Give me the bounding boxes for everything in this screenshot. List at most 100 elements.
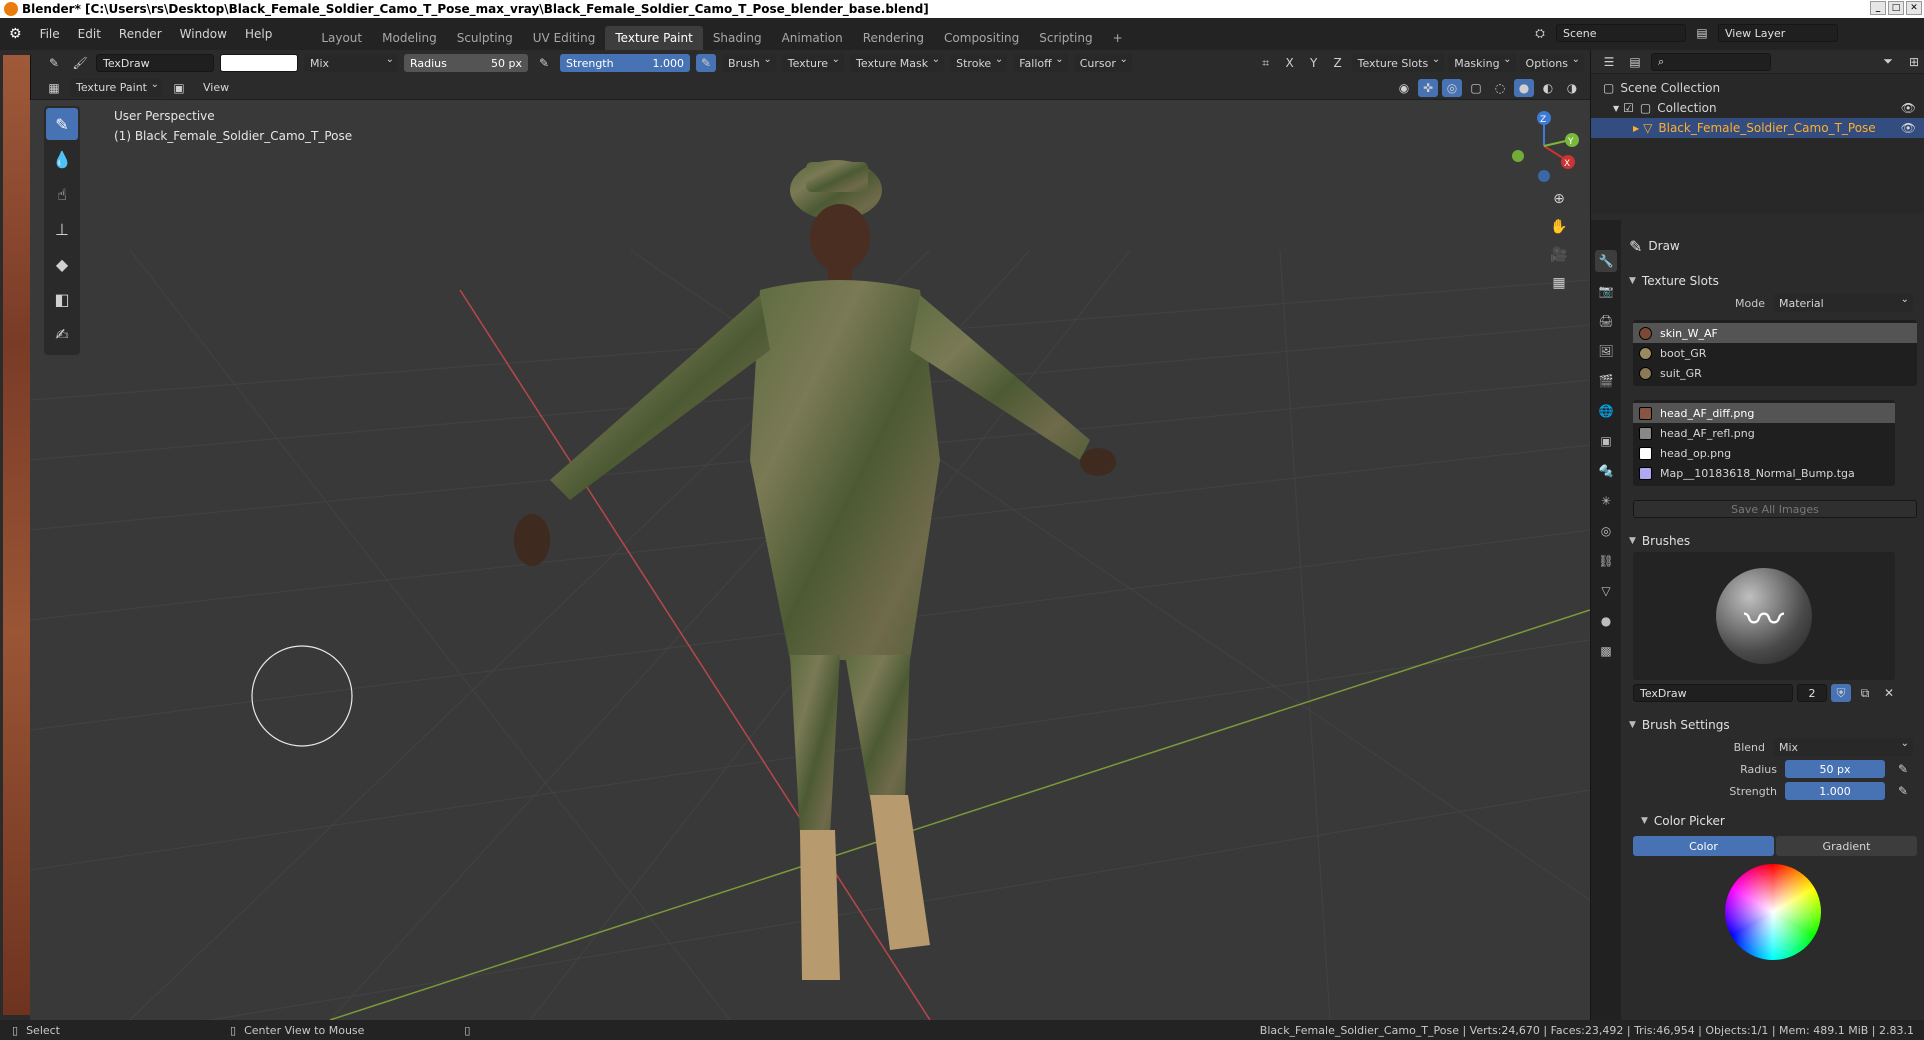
texture-tab-icon[interactable]: ▩	[1595, 640, 1617, 662]
tab-uv-editing[interactable]: UV Editing	[523, 26, 606, 50]
strength-pressure-icon[interactable]: ✎	[696, 54, 716, 72]
image-editor-preview[interactable]	[3, 55, 31, 1015]
maximize-icon[interactable]: □	[1888, 1, 1904, 15]
cursor-menu[interactable]: Cursor	[1073, 54, 1132, 72]
scene-tab-icon[interactable]: 🎬	[1595, 370, 1617, 392]
ortho-grid-icon[interactable]: ▦	[1548, 272, 1570, 294]
list-item[interactable]: head_AF_refl.png	[1633, 423, 1895, 443]
axis-z-toggle[interactable]: Z	[1328, 54, 1348, 72]
overlay-toggle-icon[interactable]: ◎	[1442, 78, 1462, 97]
texture-slots-menu[interactable]: Texture Slots	[1351, 54, 1445, 72]
smear-tool-icon[interactable]: ☝	[46, 178, 78, 210]
color-picker-header[interactable]: ▼ Color Picker	[1629, 810, 1917, 832]
new-collection-icon[interactable]: ⊞	[1904, 53, 1924, 71]
visibility-icon[interactable]: ◉	[1394, 79, 1414, 97]
navigation-gizmo[interactable]: Z X Y	[1512, 111, 1579, 182]
radius-pressure-icon[interactable]: ✎	[534, 54, 554, 72]
symmetry-icon[interactable]: ⌗	[1256, 54, 1276, 72]
radius-slider[interactable]: Radius 50 px	[404, 54, 528, 72]
menu-edit[interactable]: Edit	[69, 27, 110, 41]
brush-radius-slider[interactable]: 50 px	[1785, 760, 1885, 778]
brush-preview[interactable]: 〰	[1633, 552, 1895, 680]
brush-blend-dropdown[interactable]: Mix	[1773, 738, 1913, 756]
mask-tool-icon[interactable]: ◧	[46, 283, 78, 315]
fake-user-icon[interactable]: ⛨	[1831, 684, 1851, 702]
brush-icon[interactable]: 🖌	[70, 54, 90, 72]
fill-tool-icon[interactable]: ◆	[46, 248, 78, 280]
outliner-collection[interactable]: ▼ ☑ ▢ Collection 👁	[1591, 98, 1924, 118]
shading-wire-icon[interactable]: ◌	[1490, 79, 1510, 97]
xray-icon[interactable]: ▢	[1466, 79, 1486, 97]
masking-menu[interactable]: Masking	[1448, 54, 1516, 72]
close-icon[interactable]: ✕	[1906, 1, 1922, 15]
brush-datablock-name[interactable]: TexDraw	[1633, 684, 1793, 702]
texture-menu[interactable]: Texture	[781, 54, 845, 72]
axis-x-toggle[interactable]: X	[1280, 54, 1300, 72]
slot-mode-dropdown[interactable]: Material	[1773, 294, 1913, 312]
zoom-icon[interactable]: ⊕	[1548, 188, 1570, 210]
draw-tool-icon[interactable]: ✎	[46, 108, 78, 140]
list-item[interactable]: boot_GR	[1633, 343, 1917, 363]
character-model[interactable]	[514, 160, 1116, 980]
view-menu[interactable]: View	[195, 81, 237, 94]
expand-arrow-icon[interactable]: ▼	[1613, 104, 1619, 113]
list-item[interactable]: skin_W_AF	[1633, 323, 1917, 343]
render-tab-icon[interactable]: 📷	[1595, 280, 1617, 302]
editor-type-icon[interactable]: ▦	[44, 79, 64, 97]
tab-sculpting[interactable]: Sculpting	[447, 26, 523, 50]
minimize-icon[interactable]: _	[1870, 1, 1886, 15]
shading-render-icon[interactable]: ◑	[1562, 79, 1582, 97]
tab-shading[interactable]: Shading	[703, 26, 772, 50]
menu-window[interactable]: Window	[171, 27, 236, 41]
options-menu[interactable]: Options	[1519, 54, 1584, 72]
3d-viewport[interactable]: Z X Y ✎ 💧 ☝ ⊥ ◆ ◧ ✍ User Perspective (1)…	[30, 100, 1590, 1020]
gradient-tab[interactable]: Gradient	[1776, 836, 1917, 856]
brush-name-field[interactable]: TexDraw	[96, 54, 214, 72]
unlink-brush-icon[interactable]: ✕	[1879, 684, 1899, 702]
annotate-tool-icon[interactable]: ✍	[46, 318, 78, 350]
checkbox-icon[interactable]: ☑	[1623, 101, 1634, 115]
scene-field[interactable]: Scene	[1556, 24, 1686, 42]
mode-dropdown[interactable]: Texture Paint	[70, 78, 163, 97]
soften-tool-icon[interactable]: 💧	[46, 143, 78, 175]
display-mode-icon[interactable]: ▤	[1625, 53, 1645, 71]
save-all-images-button[interactable]: Save All Images	[1633, 500, 1917, 518]
falloff-menu[interactable]: Falloff	[1013, 54, 1068, 72]
tab-scripting[interactable]: Scripting	[1029, 26, 1102, 50]
clone-tool-icon[interactable]: ⊥	[46, 213, 78, 245]
outliner-search-input[interactable]: ⌕	[1651, 52, 1771, 71]
view-layer-icon[interactable]: ▤	[1692, 24, 1712, 42]
color-tab[interactable]: Color	[1633, 836, 1774, 856]
expand-arrow-icon[interactable]: ▶	[1633, 124, 1639, 133]
tab-rendering[interactable]: Rendering	[853, 26, 934, 50]
gizmo-toggle-icon[interactable]: ✜	[1418, 78, 1438, 97]
strength-pressure-icon[interactable]: ✎	[1893, 782, 1913, 800]
mask-toggle-icon[interactable]: ▣	[169, 79, 189, 97]
tab-modeling[interactable]: Modeling	[372, 26, 447, 50]
outliner-type-icon[interactable]: ☰	[1599, 53, 1619, 71]
data-tab-icon[interactable]: ▽	[1595, 580, 1617, 602]
stroke-menu[interactable]: Stroke	[950, 54, 1008, 72]
menu-help[interactable]: Help	[236, 27, 281, 41]
axis-y-toggle[interactable]: Y	[1304, 54, 1324, 72]
tab-layout[interactable]: Layout	[311, 26, 372, 50]
blend-mode-dropdown[interactable]: Mix	[304, 54, 398, 72]
view-layer-tab-icon[interactable]: 🖼	[1595, 340, 1617, 362]
eye-icon[interactable]: 👁	[1901, 121, 1916, 135]
physics-tab-icon[interactable]: ◎	[1595, 520, 1617, 542]
strength-slider[interactable]: Strength 1.000	[560, 54, 690, 72]
duplicate-brush-icon[interactable]: ⧉	[1855, 684, 1875, 702]
tab-compositing[interactable]: Compositing	[934, 26, 1029, 50]
camera-icon[interactable]: 🎥	[1548, 244, 1570, 266]
outliner-object[interactable]: ▶ ▽ Black_Female_Soldier_Camo_T_Pose 👁	[1591, 118, 1924, 138]
shading-solid-icon[interactable]: ●	[1514, 78, 1534, 97]
pan-hand-icon[interactable]: ✋	[1548, 216, 1570, 238]
particles-tab-icon[interactable]: ✳	[1595, 490, 1617, 512]
tab-animation[interactable]: Animation	[772, 26, 853, 50]
list-item[interactable]: Map__10183618_Normal_Bump.tga	[1633, 463, 1895, 483]
texture-slots-header[interactable]: ▼ Texture Slots	[1629, 270, 1917, 292]
scene-icon[interactable]: ⛭	[1530, 24, 1550, 42]
constraints-tab-icon[interactable]: ⛓	[1595, 550, 1617, 572]
brush-color-swatch[interactable]	[220, 54, 298, 72]
list-item[interactable]: head_op.png	[1633, 443, 1895, 463]
